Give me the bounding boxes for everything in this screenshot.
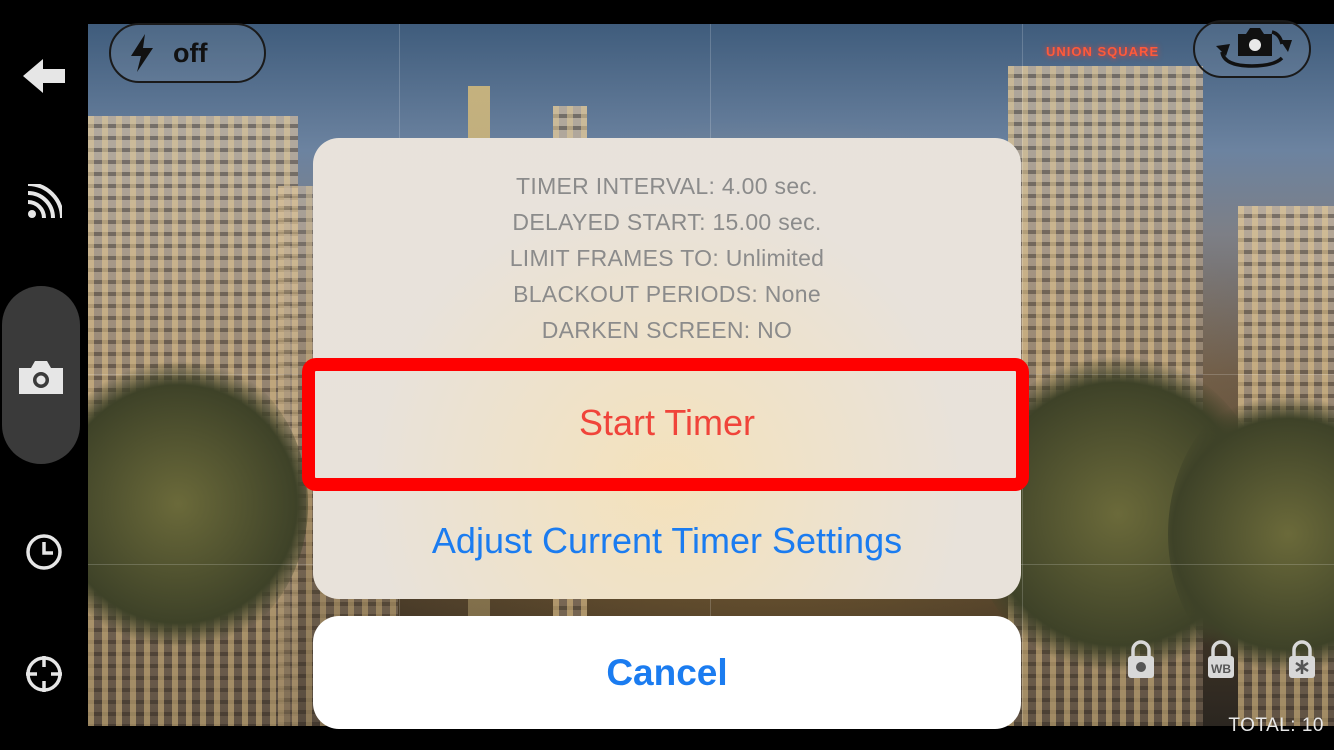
timer-button[interactable] [0,532,88,572]
white-balance-lock-icon[interactable]: WB [1206,640,1236,680]
focus-lock-icon[interactable] [1287,640,1317,680]
flash-toggle-button[interactable]: off [109,23,266,83]
wb-label: WB [1211,662,1231,676]
wifi-remote-icon [27,184,62,219]
camera-mode-button[interactable] [0,355,85,399]
union-square-sign: UNION SQUARE [1046,44,1160,59]
camera-icon [19,361,63,394]
cancel-button[interactable]: Cancel [313,616,1021,729]
darken-screen-text: DARKEN SCREEN: NO [541,317,793,343]
clock-icon [26,534,62,570]
camera-flip-icon [1216,28,1292,68]
flash-label: off [173,37,208,68]
total-frames-counter: TOTAL: 10 [1228,715,1324,736]
lightning-bolt-icon [131,34,153,72]
adjust-timer-settings-label: Adjust Current Timer Settings [431,519,903,561]
switch-camera-button[interactable] [1193,20,1311,78]
adjust-timer-settings-button[interactable]: Adjust Current Timer Settings [313,482,1021,599]
back-button[interactable] [0,54,88,98]
timer-settings-summary: TIMER INTERVAL: 4.00 sec. DELAYED START:… [313,138,1021,364]
blackout-periods-text: BLACKOUT PERIODS: None [513,281,821,307]
focus-target-button[interactable] [0,654,88,694]
timer-interval-text: TIMER INTERVAL: 4.00 sec. [516,173,818,199]
limit-frames-text: LIMIT FRAMES TO: Unlimited [509,245,825,271]
start-timer-highlight [302,358,1029,491]
remote-connection-button[interactable] [0,180,88,224]
exposure-lock-icon[interactable] [1126,640,1156,680]
delayed-start-text: DELAYED START: 15.00 sec. [512,209,822,235]
back-arrow-icon [23,59,65,93]
crosshair-icon [26,656,62,692]
left-toolbar [0,0,88,750]
